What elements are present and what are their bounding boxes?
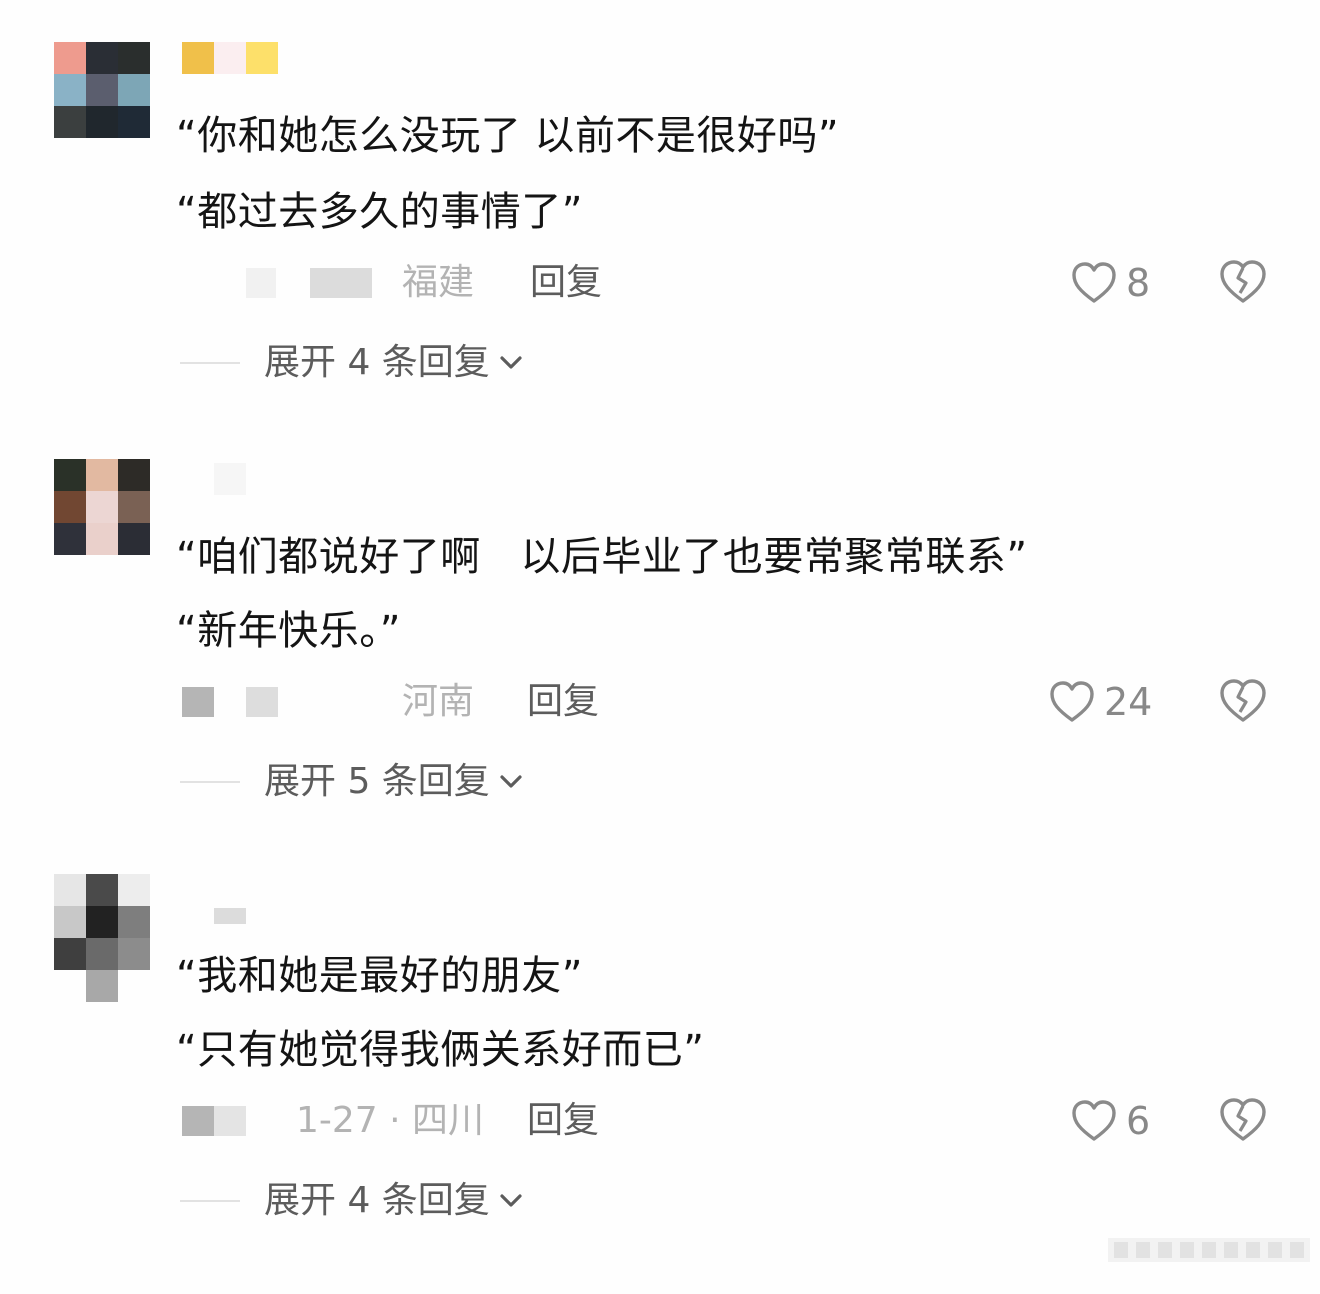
reply-button[interactable]: 回复 <box>527 677 599 727</box>
avatar-pixel <box>118 106 150 138</box>
date-blurred <box>246 268 276 298</box>
avatar-pixel <box>54 491 86 523</box>
avatar-pixel <box>118 74 150 106</box>
broken-heart-icon <box>1220 1098 1266 1141</box>
comment-meta: 福建 回复 8 <box>0 258 1320 308</box>
chevron-down-icon <box>500 1194 522 1207</box>
date-blurred <box>214 1106 246 1136</box>
comment-item: “我和她是最好的朋友” “只有她觉得我俩关系好而已” 1-27 · 四川 回复 … <box>0 874 1320 1294</box>
expand-replies-button[interactable]: 展开 5 条回复 <box>180 757 524 807</box>
username-blurred[interactable] <box>214 908 246 924</box>
comment-text-line: “都过去多久的事情了” <box>176 189 583 235</box>
broken-heart-icon <box>1220 260 1266 303</box>
avatar-pixel <box>54 42 86 74</box>
avatar-pixel <box>54 523 86 555</box>
comment-text-line: “你和她怎么没玩了 以前不是很好吗” <box>176 113 840 159</box>
divider <box>180 362 240 364</box>
date-blurred <box>182 687 214 717</box>
expand-replies-label: 展开 4 条回复 <box>264 342 490 383</box>
avatar-pixel <box>118 874 150 906</box>
broken-heart-icon <box>1220 679 1266 722</box>
heart-icon <box>1072 1100 1116 1141</box>
watermark <box>1108 1238 1310 1262</box>
avatar-pixel <box>54 459 86 491</box>
chevron-down-icon <box>500 356 522 369</box>
username-blurred[interactable] <box>182 42 282 74</box>
location-text: 1-27 · 四川 <box>296 1100 485 1141</box>
comment-meta: 河南 回复 24 <box>0 677 1320 727</box>
heart-icon <box>1072 262 1116 303</box>
comment-item: “咱们都说好了啊 以后毕业了也要常聚常联系” “新年快乐。” 河南 回复 24 … <box>0 459 1320 879</box>
avatar[interactable] <box>54 459 150 555</box>
avatar-pixel <box>86 970 118 1002</box>
expand-replies-label: 展开 5 条回复 <box>264 761 490 802</box>
avatar-pixel <box>54 106 86 138</box>
avatar-pixel <box>118 42 150 74</box>
location-text: 河南 <box>402 681 475 722</box>
comment-text-line: “只有她觉得我俩关系好而已” <box>176 1027 705 1073</box>
avatar-pixel <box>86 523 118 555</box>
expand-replies-label: 展开 4 条回复 <box>264 1180 490 1221</box>
avatar-pixel <box>54 74 86 106</box>
chevron-down-icon <box>500 775 522 788</box>
avatar[interactable] <box>54 874 150 970</box>
location-text: 福建 <box>402 262 475 303</box>
avatar[interactable] <box>54 42 150 138</box>
username-blurred[interactable] <box>214 463 246 495</box>
avatar-pixel <box>86 106 118 138</box>
avatar-pixel <box>54 874 86 906</box>
comment-text-line: “新年快乐。” <box>176 608 401 654</box>
like-button[interactable]: 6 <box>1070 1096 1150 1146</box>
avatar-pixel <box>86 906 118 938</box>
avatar-pixel <box>86 938 118 970</box>
heart-icon <box>1050 681 1094 722</box>
avatar-pixel <box>118 523 150 555</box>
avatar-pixel <box>86 459 118 491</box>
like-button[interactable]: 24 <box>1048 677 1152 727</box>
divider <box>180 781 240 783</box>
avatar-pixel <box>86 491 118 523</box>
avatar-pixel <box>86 42 118 74</box>
date-blurred <box>246 687 278 717</box>
avatar-pixel <box>118 906 150 938</box>
like-count: 6 <box>1126 1099 1151 1143</box>
date-blurred <box>310 268 372 298</box>
expand-replies-button[interactable]: 展开 4 条回复 <box>180 1176 524 1226</box>
avatar-pixel <box>118 459 150 491</box>
avatar-pixel <box>86 874 118 906</box>
expand-replies-button[interactable]: 展开 4 条回复 <box>180 338 524 388</box>
avatar-pixel <box>118 938 150 970</box>
avatar-pixel <box>86 74 118 106</box>
dislike-button[interactable] <box>1218 677 1270 727</box>
avatar-pixel <box>54 906 86 938</box>
dislike-button[interactable] <box>1218 1096 1270 1146</box>
comment-text-line: “咱们都说好了啊 以后毕业了也要常聚常联系” <box>176 534 1028 580</box>
avatar-pixel <box>118 491 150 523</box>
comment-meta: 1-27 · 四川 回复 6 <box>0 1096 1320 1146</box>
dislike-button[interactable] <box>1218 258 1270 308</box>
like-count: 24 <box>1104 680 1153 724</box>
date-blurred <box>182 1106 214 1136</box>
comment-item: “你和她怎么没玩了 以前不是很好吗” “都过去多久的事情了” 福建 回复 8 展… <box>0 42 1320 462</box>
like-button[interactable]: 8 <box>1070 258 1150 308</box>
reply-button[interactable]: 回复 <box>527 1096 599 1146</box>
comment-text-line: “我和她是最好的朋友” <box>176 953 583 999</box>
divider <box>180 1200 240 1202</box>
like-count: 8 <box>1126 261 1151 305</box>
avatar-pixel <box>54 938 86 970</box>
reply-button[interactable]: 回复 <box>530 258 602 308</box>
